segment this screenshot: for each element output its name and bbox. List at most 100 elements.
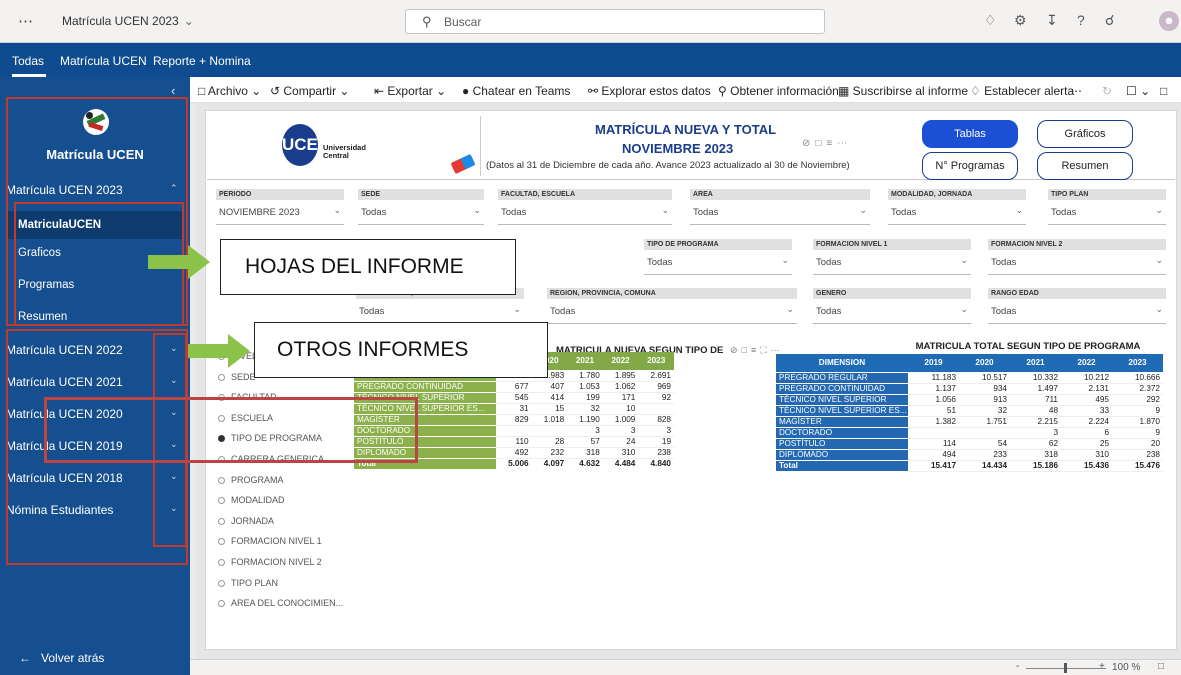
slicer-value: Todas <box>991 306 1017 317</box>
set-alert-button[interactable]: ♢ Establecer alerta <box>970 84 1074 98</box>
table-header-dimension[interactable]: DIMENSION <box>776 354 908 373</box>
more-options-icon[interactable]: ⋯ <box>1070 84 1082 98</box>
slicer-label: PERIODO <box>216 189 344 200</box>
slicer-area[interactable]: AREA Todas ⌄ <box>690 189 870 225</box>
table-cell-value: 24 <box>602 436 639 448</box>
graficos-button[interactable]: Gráficos <box>1037 120 1133 148</box>
download-icon[interactable]: ↧ <box>1046 12 1058 29</box>
table-header-year[interactable]: 2022 <box>602 352 639 371</box>
share-people-icon[interactable]: ☌ <box>1105 12 1114 29</box>
table-header-year[interactable]: 2023 <box>1112 354 1163 373</box>
app-launcher-icon[interactable]: ⋯ <box>18 12 33 30</box>
help-icon[interactable]: ? <box>1077 12 1085 28</box>
table-cell-value: 232 <box>531 447 568 459</box>
back-button[interactable]: ← Volver atrás <box>19 651 104 665</box>
slicer-formacion-nivel-1[interactable]: FORMACION NIVEL 1 Todas ⌄ <box>813 239 971 275</box>
settings-gear-icon[interactable]: ⚙ <box>1014 12 1027 29</box>
table-total-title: MATRICULA TOTAL SEGUN TIPO DE PROGRAMA <box>915 341 1141 352</box>
slicer-formacion-nivel-2[interactable]: FORMACION NIVEL 2 Todas ⌄ <box>988 239 1166 275</box>
table-cell-value: 4.632 <box>567 458 603 469</box>
table-cell-dimension: Total <box>776 460 908 472</box>
notifications-bell-icon[interactable]: ♢ <box>984 12 997 29</box>
table-row: DOCTORADO 3 6 9 <box>776 427 1163 439</box>
table-header-year[interactable]: 2020 <box>959 354 1010 373</box>
slicer-value: Todas <box>991 257 1017 268</box>
dimension-option[interactable]: TIPO PLAN <box>218 578 353 599</box>
bookmark-icon[interactable]: ☐ ⌄ <box>1126 84 1150 98</box>
search-input[interactable]: ⚲ Buscar <box>405 9 825 34</box>
university-name: Universidad Central <box>323 143 366 160</box>
get-insights-button[interactable]: ⚲ Obtener información <box>718 84 839 98</box>
chevron-down-icon: ⌄ <box>786 304 794 314</box>
table-cell-value: 292 <box>1112 394 1163 406</box>
report-header: UCEN Universidad Central MATRÍCULA NUEVA… <box>207 112 1175 180</box>
dimension-option[interactable]: PROGRAMA <box>218 475 353 496</box>
table-cell-value: 51 <box>908 405 959 417</box>
table-cell-value: 11.183 <box>908 372 959 384</box>
chat-teams-label: Chatear en Teams <box>472 84 571 98</box>
dimension-option-label: TIPO PLAN <box>231 577 279 588</box>
table-cell-value <box>638 403 674 415</box>
slicer-value: Todas <box>816 306 842 317</box>
table-cell-value: 28 <box>531 436 568 448</box>
slicer-sede[interactable]: SEDE Todas ⌄ <box>358 189 484 225</box>
user-avatar[interactable]: ☻ <box>1159 11 1179 31</box>
chevron-down-icon: ⌄ <box>333 205 341 215</box>
slicer-tipo-plan[interactable]: TIPO PLAN Todas ⌄ <box>1048 189 1166 225</box>
view-icon[interactable]: □ <box>1160 84 1167 98</box>
subscribe-button[interactable]: ▦ Suscribirse al informe <box>838 84 968 98</box>
slicer-value: Todas <box>501 207 527 218</box>
share-menu[interactable]: ↺ Compartir ⌄ <box>270 84 349 98</box>
dimension-option[interactable]: FORMACION NIVEL 2 <box>218 557 353 578</box>
dimension-option[interactable]: FORMACION NIVEL 1 <box>218 536 353 557</box>
zoom-out-icon[interactable]: - <box>1016 661 1019 672</box>
radio-icon <box>218 600 225 608</box>
back-label: Volver atrás <box>41 651 105 665</box>
slicer-value: Todas <box>361 207 387 218</box>
table-header-year[interactable]: 2021 <box>1010 354 1061 373</box>
chat-teams-button[interactable]: ● Chatear en Teams <box>462 84 570 98</box>
slicer-facultad-escuela[interactable]: FACULTAD, ESCUELA Todas ⌄ <box>498 189 672 225</box>
fit-page-icon[interactable]: □ <box>1158 661 1164 672</box>
table-header-year[interactable]: 2023 <box>638 352 674 371</box>
export-menu[interactable]: ⇤ Exportar ⌄ <box>374 84 446 98</box>
visual-header-icons[interactable]: ⊘□≡⋯ <box>802 138 852 149</box>
slicer-tipo-programa[interactable]: TIPO DE PROGRAMA Todas ⌄ <box>644 239 792 275</box>
slicer-genero[interactable]: GENERO Todas ⌄ <box>813 288 971 324</box>
table-cell-dimension: DOCTORADO <box>776 427 908 439</box>
app-title-dropdown[interactable]: Matrícula UCEN 2023 ⌄ <box>62 14 194 28</box>
radio-icon <box>218 476 225 484</box>
dimension-option[interactable]: MODALIDAD <box>218 495 353 516</box>
slicer-rango-edad[interactable]: RANGO EDAD Todas ⌄ <box>988 288 1166 324</box>
annotation-box-older-reports <box>44 397 418 463</box>
zoom-slider-handle[interactable] <box>1064 663 1067 673</box>
ucen-logo: UCEN <box>282 124 330 166</box>
nav-tab-reporte-nomina[interactable]: Reporte + Nomina <box>153 54 251 68</box>
table-header-year[interactable]: 2019 <box>908 354 959 373</box>
slicer-value: Todas <box>359 306 385 317</box>
collapse-sidebar-icon[interactable]: ‹ <box>171 83 175 98</box>
explore-data-button[interactable]: ⚯ Explorar estos datos <box>588 84 711 98</box>
resumen-button[interactable]: Resumen <box>1037 152 1133 180</box>
slicer-label: AREA <box>690 189 870 200</box>
refresh-icon[interactable]: ↻ <box>1102 84 1112 98</box>
table-header-year[interactable]: 2021 <box>567 352 603 371</box>
dimension-option-label: PROGRAMA <box>231 474 284 485</box>
search-placeholder: Buscar <box>444 15 482 29</box>
slicer-modalidad-jornada[interactable]: MODALIDAD, JORNADA Todas ⌄ <box>888 189 1026 225</box>
nav-tab-todas[interactable]: Todas <box>12 54 44 68</box>
dimension-option[interactable]: AREA DEL CONOCIMIEN... <box>218 598 353 619</box>
file-menu[interactable]: □ Archivo ⌄ <box>198 84 261 98</box>
zoom-in-icon[interactable]: + <box>1099 661 1105 672</box>
table-cell-value: 14.434 <box>959 460 1010 472</box>
num-programas-button[interactable]: N° Programas <box>922 152 1018 180</box>
table-header-year[interactable]: 2022 <box>1061 354 1112 373</box>
table-cell-value <box>908 427 959 439</box>
slicer-label: RANGO EDAD <box>988 288 1166 299</box>
tablas-button[interactable]: Tablas <box>922 120 1018 148</box>
slicer-region-provincia-comuna[interactable]: REGION, PROVINCIA, COMUNA Todas ⌄ <box>547 288 797 324</box>
dimension-option[interactable]: JORNADA <box>218 516 353 537</box>
table-cell-value: 15.476 <box>1112 460 1163 472</box>
slicer-periodo[interactable]: PERIODO NOVIEMBRE 2023 ⌄ <box>216 189 344 225</box>
nav-tab-matricula-ucen[interactable]: Matrícula UCEN <box>60 54 147 68</box>
